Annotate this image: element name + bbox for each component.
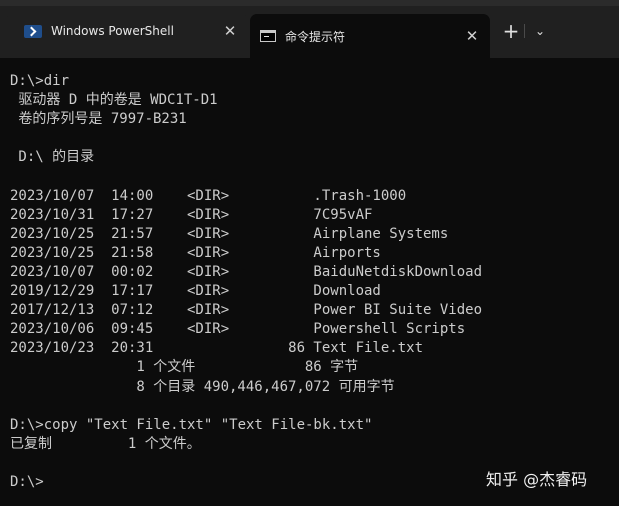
terminal-line: 已复制 1 个文件。 xyxy=(10,435,201,452)
tab-command-prompt[interactable]: 命令提示符 ✕ xyxy=(250,14,490,58)
powershell-icon xyxy=(24,24,42,38)
terminal-line: D:\ 的目录 xyxy=(10,149,95,166)
tab-label: 命令提示符 xyxy=(285,29,346,44)
tab-bar: Windows PowerShell ✕ 命令提示符 ✕ + ⌄ xyxy=(0,0,619,58)
terminal-line: 8 个目录 490,446,467,072 可用字节 xyxy=(10,378,395,395)
close-icon[interactable]: ✕ xyxy=(222,22,238,40)
terminal-line: 卷的序列号是 7997-B231 xyxy=(10,111,187,128)
cmd-icon xyxy=(260,30,276,42)
terminal-line: 2023/10/07 00:02 <DIR> BaiduNetdiskDownl… xyxy=(10,263,483,280)
terminal-line: D:\>copy "Text File.txt" "Text File-bk.t… xyxy=(10,416,373,433)
terminal-line: 2017/12/13 07:12 <DIR> Power BI Suite Vi… xyxy=(10,302,483,319)
terminal-line: 2023/10/25 21:58 <DIR> Airports xyxy=(10,244,381,261)
terminal-line: 2019/12/29 17:17 <DIR> Download xyxy=(10,283,381,300)
terminal-line: D:\>dir xyxy=(10,73,70,89)
terminal-line: 2023/10/25 21:57 <DIR> Airplane Systems xyxy=(10,225,449,242)
terminal-line: 2023/10/07 14:00 <DIR> .Trash-1000 xyxy=(10,187,407,204)
terminal-line: 2023/10/23 20:31 86 Text File.txt xyxy=(10,340,424,357)
watermark: 知乎 @杰睿码 xyxy=(486,470,588,489)
close-icon[interactable]: ✕ xyxy=(464,27,480,45)
tab-windows-powershell[interactable]: Windows PowerShell ✕ xyxy=(6,14,248,48)
tab-separator xyxy=(524,24,525,38)
terminal-line: 1 个文件 86 字节 xyxy=(10,359,359,376)
terminal-line: 驱动器 D 中的卷是 WDC1T-D1 xyxy=(10,92,218,109)
terminal-line: 2023/10/31 17:27 <DIR> 7C95vAF xyxy=(10,206,373,223)
window-top-edge xyxy=(0,0,619,6)
new-tab-button[interactable]: + xyxy=(500,18,522,44)
chevron-down-icon[interactable]: ⌄ xyxy=(530,18,550,44)
terminal-output[interactable]: D:\>dir 驱动器 D 中的卷是 WDC1T-D1 卷的序列号是 7997-… xyxy=(10,72,610,492)
tab-label: Windows PowerShell xyxy=(51,24,174,38)
terminal-line: 2023/10/06 09:45 <DIR> Powershell Script… xyxy=(10,321,466,338)
